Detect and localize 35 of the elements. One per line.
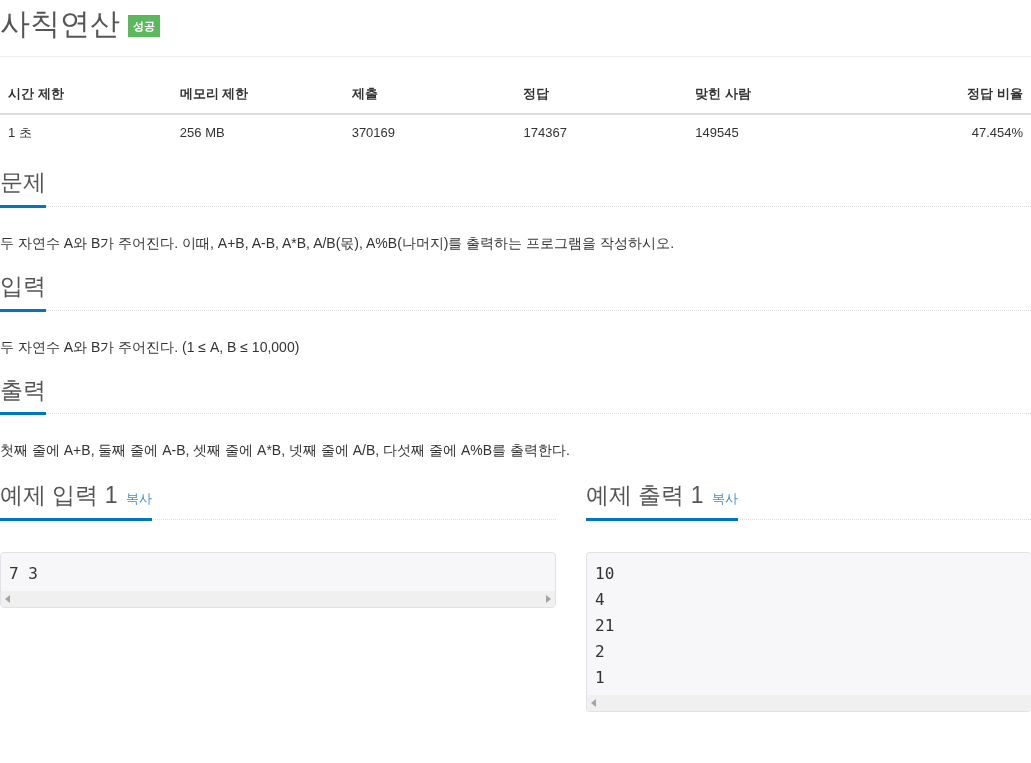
horizontal-scrollbar[interactable]: [1, 591, 555, 607]
section-heading: 문제: [0, 168, 46, 197]
code-line: 10: [595, 563, 615, 585]
table-header: 정답: [515, 75, 688, 114]
problem-title: 사칙연산: [0, 6, 120, 42]
table-header: 제출: [343, 75, 516, 114]
table-header: 시간 제한: [0, 75, 172, 114]
status-badge: 성공: [128, 14, 160, 38]
code-line: 21: [595, 615, 615, 637]
table-cell: 149545: [687, 113, 860, 150]
table-header: 정답 비율: [859, 75, 1031, 114]
section-text: 두 자연수 A와 B가 주어진다. (1 ≤ A, B ≤ 10,000): [0, 337, 301, 357]
code-line: 7 3: [9, 563, 38, 585]
copy-link[interactable]: 복사: [711, 489, 738, 509]
code-line: 4: [595, 589, 605, 611]
table-cell: 1 초: [0, 113, 172, 150]
section-text: 두 자연수 A와 B가 주어진다. 이때, A+B, A-B, A*B, A/B(몫), A%B(나머지)를 출력하는 프로그램을 작성하시오.: [0, 233, 676, 253]
scroll-right-icon[interactable]: [546, 595, 551, 603]
table-cell: 47.454%: [859, 113, 1031, 150]
code-line: 2: [595, 641, 605, 663]
section-heading: 예제 입력 1: [0, 481, 118, 510]
table-cell: 174367: [515, 113, 688, 150]
scroll-left-icon[interactable]: [591, 699, 596, 707]
copy-link[interactable]: 복사: [125, 489, 152, 509]
horizontal-scrollbar[interactable]: [587, 695, 1031, 711]
table-cell: 256 MB: [171, 113, 344, 150]
section-text: 첫째 줄에 A+B, 둘째 줄에 A-B, 셋째 줄에 A*B, 넷째 줄에 A/B, 다섯째 줄에 A%B를 출력한다.: [0, 441, 571, 461]
scroll-left-icon[interactable]: [5, 595, 10, 603]
table-header: 메모리 제한: [171, 75, 344, 114]
section-heading: 입력: [0, 271, 46, 301]
table-cell: 370169: [343, 113, 516, 150]
table-header: 맞힌 사람: [687, 75, 860, 114]
section-heading: 출력: [0, 375, 46, 405]
code-line: 1: [595, 667, 605, 689]
section-heading: 예제 출력 1: [586, 481, 704, 510]
